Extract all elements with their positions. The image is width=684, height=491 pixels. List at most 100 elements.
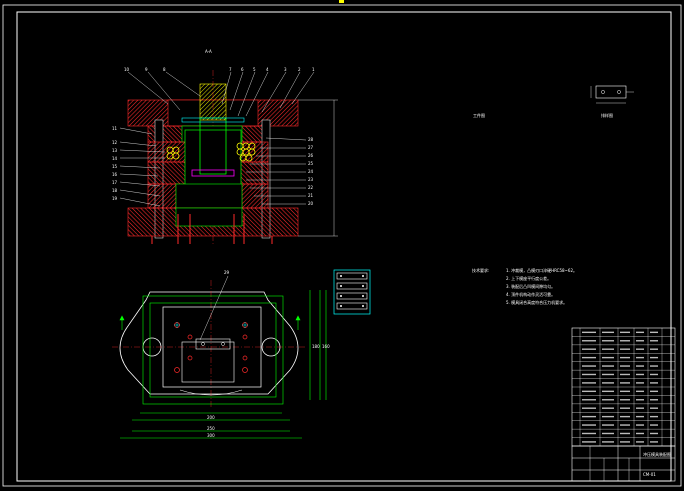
bom-cell-mark [602,415,614,418]
bom-cell-mark [602,331,614,334]
plan-dim-d3: 200 [207,415,215,420]
leader-label: 15 [112,164,118,169]
bom-cell-mark [636,415,644,418]
bom-cell-mark [636,331,644,334]
leader-numbers-left: 11 12 13 14 15 16 17 18 19 [112,126,118,201]
plan-dim-d5: 160 [322,344,330,349]
bom-cell-mark [620,348,630,350]
leader-label: 8 [163,67,166,72]
bom-cell-mark [582,348,596,350]
leader-label: 11 [112,126,118,131]
bom-cell-mark [620,382,630,384]
bom-cell-mark [602,356,614,359]
leader-label: 5 [253,67,256,72]
bom-cell-mark [650,365,658,367]
bom-cell-mark [636,365,644,367]
cavity-center [184,129,242,191]
bom-cell-mark [582,424,596,426]
bom-cell-mark [620,365,630,367]
bom-cell-mark [582,399,596,401]
bom-cell-mark [602,365,614,367]
bom-cell-mark [636,441,644,443]
leader-label: 20 [308,201,314,206]
plan-dim-d1: 300 [207,433,215,438]
leader-label: 14 [112,156,118,161]
bom-cell-mark [650,432,658,435]
bom-cell-mark [620,356,630,359]
bom-cell-mark [602,340,614,342]
bom-cell-mark [582,415,596,418]
leader-label: 4 [266,67,269,72]
leader-label: 1 [312,67,315,72]
top-center-mark [339,0,344,3]
bom-cell-mark [650,373,658,376]
tech-req-title: 技术要求: [472,267,489,273]
plan-dim-d4: 180 [312,344,320,349]
bom-cell-mark [636,373,644,376]
bom-cell-mark [620,399,630,401]
leader-label: 12 [112,140,118,145]
bom-cell-mark [620,407,630,409]
tech-req-item: 2. 上下模座平行度公差。 [506,275,551,281]
bom-cell-mark [602,441,614,443]
leader-label: 18 [112,188,118,193]
tech-req-item: 1. 冲裁模，凸模刃口淬硬HRC58~62。 [506,267,577,273]
bom-cell-mark [582,365,596,367]
bom-cell-mark [636,356,644,359]
bom-cell-mark [582,340,596,342]
leader-label: 10 [124,67,130,72]
bom-cell-mark [620,424,630,426]
bom-cell-mark [620,441,630,443]
plan-view: 29 300 250 200 180 160 [112,270,330,439]
bom-cell-mark [582,432,596,435]
bom-cell-mark [650,424,658,426]
section-view: A-A 10 9 8 7 6 5 4 3 2 1 11 12 13 14 15 … [112,49,338,245]
plan-punch-outline [195,338,231,350]
plan-dimension-frames [120,290,327,439]
bom-cell-mark [650,382,658,384]
bom-cell-mark [602,424,614,426]
bom-cell-mark [650,415,658,418]
bom-cell-mark [650,348,658,350]
leader-label: 21 [308,193,314,198]
leader-label: 17 [112,180,118,185]
tech-req-item: 3. 装配后凸凹模间隙均匀。 [506,283,555,289]
bom-cell-mark [620,340,630,342]
bom-cell-mark [602,382,614,384]
bom-cell-mark [602,373,614,376]
bom-cell-mark [650,356,658,359]
leader-label: 3 [284,67,287,72]
leader-label: 22 [308,185,314,190]
bom-cell-mark [582,407,596,409]
section-title: A-A [205,49,212,54]
bom-cell-mark [582,390,596,393]
bom-cell-mark [636,399,644,401]
bom-cell-mark [602,407,614,409]
leader-label: 24 [308,169,314,174]
bom-cell-mark [650,331,658,334]
leader-label: 7 [229,67,232,72]
cad-drawing-canvas: A-A 10 9 8 7 6 5 4 3 2 1 11 12 13 14 15 … [2,0,682,487]
drawing-frame-inner [16,11,672,482]
workpiece-view-label: 工件图 [473,112,485,118]
leader-label: 25 [308,161,314,166]
bom-cell-mark [620,390,630,393]
bom-cell-mark [602,432,614,435]
lower-die-base-slot [175,207,243,227]
bom-cell-mark [650,407,658,409]
bill-of-materials [571,327,676,447]
layout-view-label: 排样图 [601,112,613,118]
bom-cell-mark [636,390,644,393]
workpiece-part [590,85,634,104]
bom-cell-mark [636,407,644,409]
plan-cavity [181,341,235,383]
bom-cell-mark [620,331,630,334]
bom-cell-mark [636,348,644,350]
plan-dim-d2: 250 [207,426,215,431]
bom-cell-mark [582,382,596,384]
bom-cell-mark [650,390,658,393]
leader-numbers-top: 10 9 8 7 6 5 4 3 2 1 [124,67,315,72]
bom-cell-mark [602,390,614,393]
bom-cell-mark [620,373,630,376]
bom-cell-mark [636,424,644,426]
